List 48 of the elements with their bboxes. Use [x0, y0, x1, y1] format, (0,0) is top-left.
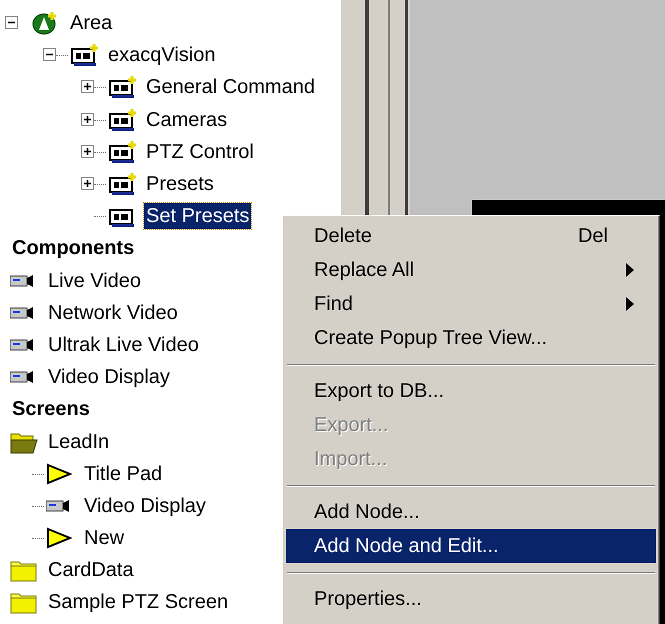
node-icon	[70, 43, 100, 68]
tree-item[interactable]: LeadIn	[46, 428, 112, 455]
tree-item[interactable]: Title Pad	[82, 460, 164, 487]
tree-item[interactable]: PTZ Control	[144, 138, 256, 165]
camera-icon	[10, 274, 34, 287]
tree-item[interactable]: Live Video	[46, 268, 144, 294]
tree-item[interactable]: Presets	[144, 171, 216, 198]
expand-icon[interactable]	[81, 80, 94, 94]
tree-item[interactable]: exacqVision	[106, 42, 218, 68]
menu-item[interactable]: Replace All	[286, 253, 656, 287]
camera-icon	[10, 371, 34, 384]
submenu-arrow-icon	[626, 297, 634, 311]
camera-icon	[10, 306, 34, 319]
tree-item[interactable]: Set Presets	[144, 203, 252, 230]
collapse-icon[interactable]	[5, 16, 18, 29]
tree-item[interactable]: CardData	[46, 557, 136, 584]
tree-item[interactable]: Video Display	[46, 364, 172, 390]
play-icon	[46, 527, 72, 550]
tree-item[interactable]: Cameras	[144, 106, 230, 133]
shortcut-key: Del	[578, 224, 608, 248]
tree-item[interactable]: Area	[68, 10, 114, 36]
section-heading: Screens	[11, 398, 90, 421]
node-icon	[108, 108, 138, 132]
menu-item[interactable]: Add Node...	[286, 495, 656, 529]
collapse-icon[interactable]	[43, 48, 56, 62]
menu-item[interactable]: Create Popup Tree View...	[286, 321, 656, 355]
node-icon	[108, 172, 138, 196]
menu-item[interactable]: Export to DB...	[286, 374, 656, 408]
submenu-arrow-icon	[626, 263, 634, 277]
node-icon	[108, 140, 138, 164]
tree-item[interactable]: General Command	[144, 74, 317, 100]
tree-item[interactable]: Ultrak Live Video	[46, 332, 201, 358]
tree-item[interactable]: New	[82, 525, 126, 552]
menu-item[interactable]: Properties...	[286, 582, 656, 616]
tree-item[interactable]: Sample PTZ Screen	[46, 589, 230, 616]
tree-item[interactable]: Video Display	[82, 492, 208, 519]
menu-item[interactable]: Delete Del	[286, 219, 656, 253]
menu-item[interactable]: Add Node and Edit...	[286, 529, 656, 563]
camera-icon	[46, 500, 70, 512]
menu-item[interactable]: Find	[286, 287, 656, 321]
camera-icon	[10, 338, 34, 351]
section-heading: Components	[11, 236, 134, 260]
node-icon	[108, 75, 138, 100]
expand-icon[interactable]	[81, 176, 94, 190]
expand-icon[interactable]	[81, 112, 94, 126]
play-icon	[46, 462, 72, 485]
expand-icon[interactable]	[81, 144, 94, 158]
tree-item[interactable]: Network Video	[46, 300, 180, 326]
